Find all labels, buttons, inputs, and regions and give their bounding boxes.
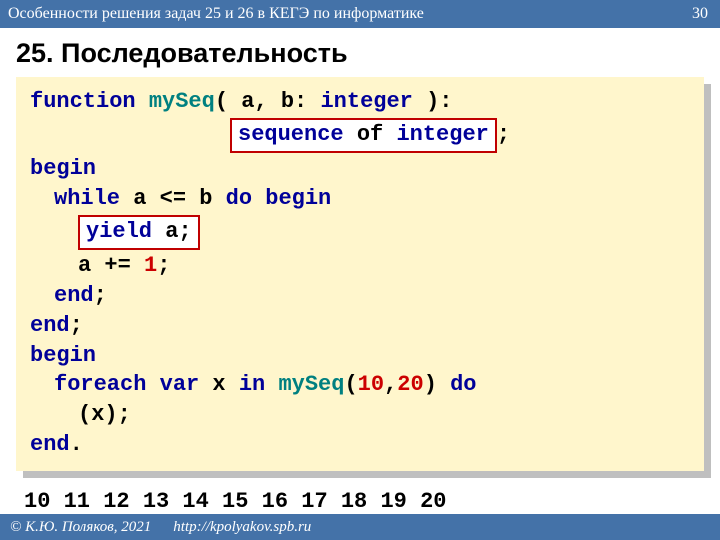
fn-myseq: mySeq — [149, 89, 215, 114]
code-line-8: end; — [30, 311, 690, 341]
kw-begin: begin — [30, 156, 96, 181]
code-line-1: function mySeq( a, b: integer ): — [30, 87, 690, 117]
kw-yield: yield — [86, 219, 152, 244]
kw-function: function — [30, 89, 136, 114]
code-line-4: while a <= b do begin — [30, 184, 690, 214]
kw-in: in — [239, 372, 265, 397]
kw-var: var — [160, 372, 200, 397]
kw-begin-main: begin — [30, 343, 96, 368]
kw-end: end — [54, 283, 94, 308]
code-line-12: end. — [30, 430, 690, 460]
kw-while: while — [54, 186, 120, 211]
topbar-title: Особенности решения задач 25 и 26 в КЕГЭ… — [8, 5, 424, 23]
code-line-11: (x); — [30, 400, 690, 430]
highlight-yield: yield a; — [78, 215, 200, 251]
code-line-3: begin — [30, 154, 690, 184]
code-line-5: yield a; — [30, 214, 690, 252]
code-line-7: end; — [30, 281, 690, 311]
top-bar: Особенности решения задач 25 и 26 в КЕГЭ… — [0, 0, 720, 28]
code-line-2: sequence of integer; — [30, 117, 690, 155]
code-wrapper: function mySeq( a, b: integer ): sequenc… — [16, 77, 704, 471]
slide-heading: 25. Последовательность — [0, 28, 720, 77]
code-block: function mySeq( a, b: integer ): sequenc… — [16, 77, 704, 471]
highlight-sequence-type: sequence of integer — [230, 118, 497, 154]
copyright: © К.Ю. Поляков, 2021 — [10, 519, 151, 536]
kw-begin-inner: begin — [265, 186, 331, 211]
kw-end: end — [30, 313, 70, 338]
kw-integer: integer — [320, 89, 412, 114]
kw-end-main: end — [30, 432, 70, 457]
footer-url: http://kpolyakov.spb.ru — [173, 519, 311, 536]
code-line-10: foreach var x in mySeq(10,20) do — [30, 370, 690, 400]
code-line-6: a += 1; — [30, 251, 690, 281]
slide-number: 30 — [692, 5, 708, 23]
kw-foreach: foreach — [54, 372, 146, 397]
kw-do: do — [450, 372, 476, 397]
kw-do: do — [226, 186, 252, 211]
fn-myseq-call: mySeq — [278, 372, 344, 397]
code-line-9: begin — [30, 341, 690, 371]
footer-bar: © К.Ю. Поляков, 2021 http://kpolyakov.sp… — [0, 514, 720, 540]
